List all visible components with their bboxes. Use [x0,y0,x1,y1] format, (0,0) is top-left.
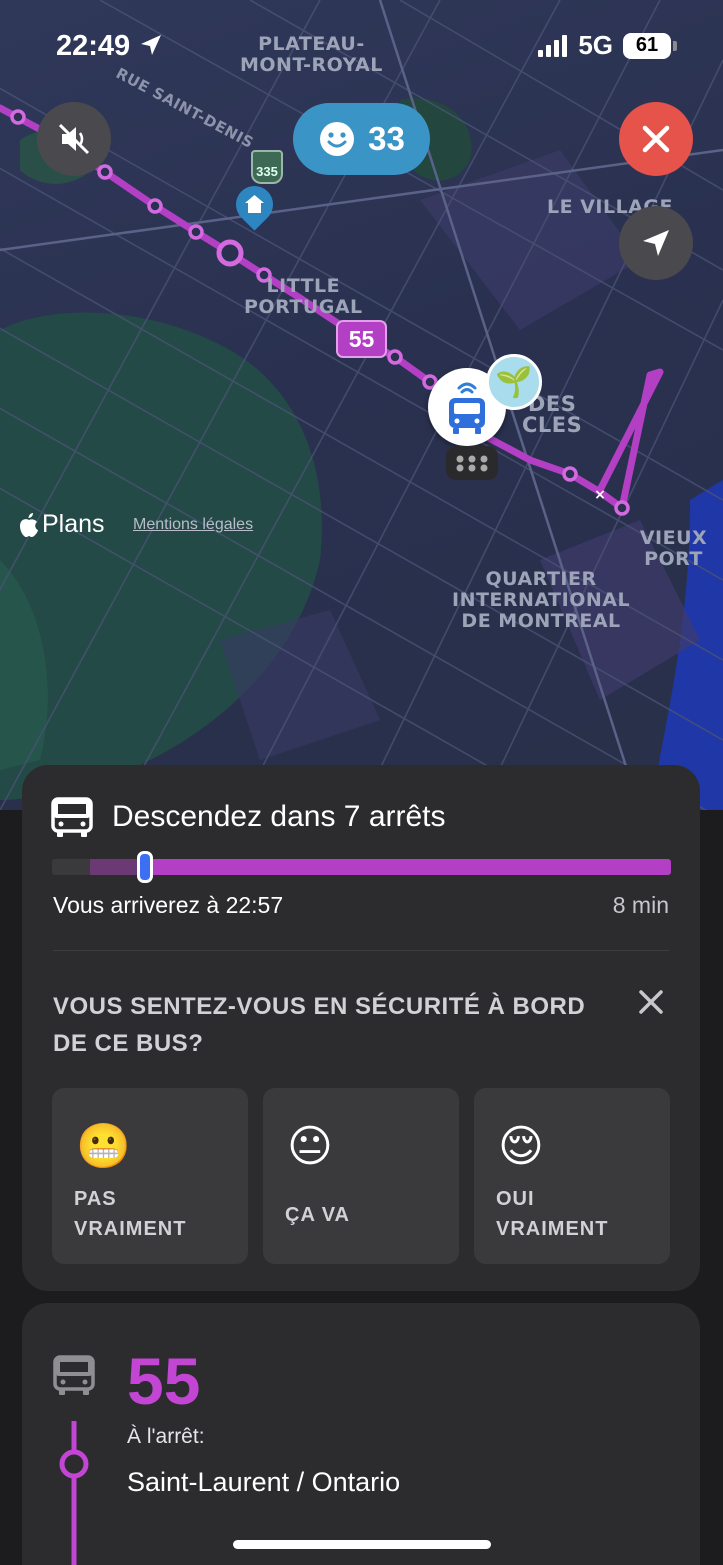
mood-count: 33 [368,120,405,157]
speaker-muted-icon [58,123,90,155]
status-time: 22:49 [56,30,164,63]
trip-progress-card: Descendez dans 7 arrêts Vous arriverez à… [22,765,700,1291]
line-details-card[interactable]: 55 À l'arrêt: Saint-Laurent / Ontario [22,1303,700,1565]
trip-duration: 8 min [612,892,669,918]
line-number: 55 [127,1344,201,1418]
trip-progress-bar [52,851,671,883]
survey-option-not-really[interactable]: 😬 PAS VRAIMENT [52,1088,248,1264]
status-time-text: 22:49 [56,30,131,62]
grimacing-face-icon: 😬 [76,1122,131,1171]
highway-shield-icon: 335 [251,150,283,184]
recenter-button[interactable] [619,206,693,280]
survey-option-ok[interactable]: 😐 ÇA VA [263,1088,459,1264]
maps-attribution: Plans [18,510,105,539]
survey-option-label: ÇA VA [285,1204,350,1226]
home-pin-icon[interactable] [228,178,281,231]
stop-label: À l'arrêt: [127,1425,205,1448]
signal-icon [538,34,568,57]
safety-survey-question: VOUS SENTEZ-VOUS EN SÉCURITÉ À BORD DE C… [53,993,586,1057]
route-timeline [59,1421,89,1565]
location-arrow-icon [141,35,162,55]
route-badge: 55 [336,320,387,358]
survey-option-label: PAS VRAIMENT [74,1188,187,1240]
map-label-little-portugal: LITTLE PORTUGAL [244,275,363,318]
highway-number: 335 [256,164,278,179]
battery-icon: 61 [623,32,677,59]
svg-text:×: × [594,487,606,503]
occupancy-dots-icon [446,446,498,480]
progress-position-marker [137,851,153,883]
relieved-face-icon: 😌 [498,1122,544,1171]
apple-logo-icon [20,512,38,537]
progress-remaining [145,859,671,875]
legal-link[interactable]: Mentions légales [133,516,253,534]
seedling-icon: 🌱 [486,354,542,410]
maps-brand: Plans [42,510,105,538]
bus-icon [53,1355,95,1395]
mood-counter-button[interactable]: 33 [293,103,430,175]
status-indicators: 5G 61 [538,30,677,61]
neutral-face-icon: 😐 [287,1122,333,1171]
survey-option-yes-really[interactable]: 😌 OUI VRAIMENT [474,1088,670,1264]
battery-level: 61 [623,32,671,59]
dismiss-survey-button[interactable] [636,987,666,1017]
trip-title: Descendez dans 7 arrêts [112,800,446,833]
map-label-vieux-port: VIEUX PORT [639,527,708,570]
map-view[interactable]: × PLATEAU- MONT-ROYAL RUE SAINT-DENIS LE… [0,0,723,810]
live-bus-icon [449,382,485,434]
bus-icon [51,797,93,837]
survey-option-label: OUI VRAIMENT [496,1188,609,1240]
arrival-time: Vous arriverez à 22:57 [53,892,284,918]
mute-button[interactable] [37,102,111,176]
divider [53,950,669,951]
close-icon [642,125,670,153]
smiley-icon [320,122,355,156]
map-label-quartier-international: QUARTIER INTERNATIONAL DE MONTREAL [452,568,631,632]
stop-name: Saint-Laurent / Ontario [127,1467,401,1497]
network-type: 5G [578,30,613,60]
navigation-arrow-icon [643,230,669,256]
map-label-plateau: PLATEAU- MONT-ROYAL [240,33,383,76]
home-indicator[interactable] [233,1540,491,1549]
close-button[interactable] [619,102,693,176]
